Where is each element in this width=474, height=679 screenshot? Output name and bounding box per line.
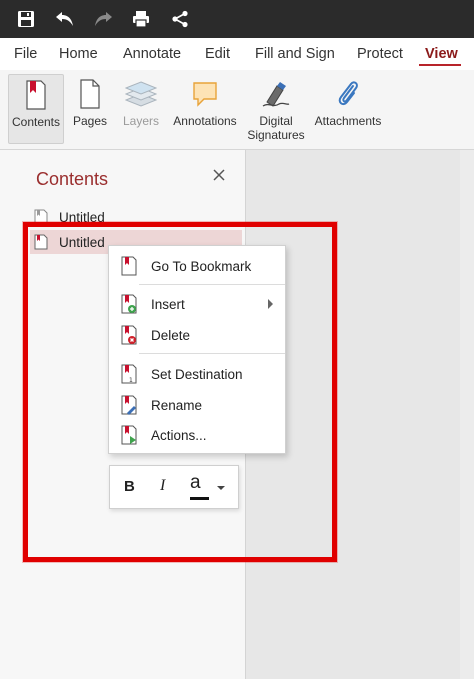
ribbon-pages-button[interactable]: Pages [70,74,110,142]
menu-separator [139,284,285,285]
ribbon-layers-button[interactable]: Layers [118,74,164,142]
context-rename[interactable]: Rename [109,391,285,419]
context-item-label: Insert [151,296,185,312]
layers-icon [118,74,164,114]
ribbon-digital-signatures-button[interactable]: Digital Signatures [246,74,306,142]
comment-icon [172,74,238,114]
menu-view[interactable]: View [425,46,458,62]
bold-button[interactable]: B [124,478,135,495]
ribbon-label: Pages [72,114,108,128]
menu-home[interactable]: Home [59,46,98,62]
bookmark-icon [34,234,48,250]
page-icon [70,74,110,114]
text-color-button[interactable]: a [190,472,201,494]
text-color-swatch [190,497,209,500]
vertical-scrollbar[interactable] [460,150,474,679]
bookmark-item[interactable]: Untitled [30,205,242,229]
context-set-destination[interactable]: 1 Set Destination [109,360,285,388]
context-item-label: Rename [151,397,203,413]
view-ribbon: Contents Pages Layers Annotations Digita… [0,70,474,150]
ribbon-attachments-button[interactable]: Attachments [314,74,382,142]
undo-icon[interactable] [53,7,77,31]
context-item-label: Actions... [151,427,207,443]
menu-edit[interactable]: Edit [205,46,230,62]
context-go-to-bookmark[interactable]: Go To Bookmark [109,252,285,280]
ribbon-label: Contents [11,115,61,129]
share-icon[interactable] [168,7,192,31]
ribbon-contents-button[interactable]: Contents [8,74,64,144]
context-item-label: Set Destination [151,366,243,382]
italic-button[interactable]: I [160,477,165,495]
menu-protect[interactable]: Protect [357,46,403,62]
menu-fill-and-sign[interactable]: Fill and Sign [255,46,335,62]
submenu-arrow-icon [268,299,273,309]
menu-file[interactable]: File [14,46,37,62]
signature-pen-icon [246,74,306,114]
panel-title: Contents [36,169,109,189]
menu-bar: File Home Annotate Edit Fill and Sign Pr… [0,38,474,70]
active-menu-indicator [419,64,461,66]
ribbon-label: Layers [122,114,160,128]
ribbon-label: Digital Signatures [246,114,306,142]
insert-bookmark-icon [121,294,137,314]
ribbon-label: Attachments [314,114,382,128]
redo-icon[interactable] [91,7,115,31]
rename-bookmark-icon [121,395,137,415]
bookmark-icon [9,75,63,115]
context-item-label: Delete [151,327,191,343]
menu-annotate[interactable]: Annotate [123,46,181,62]
print-icon[interactable] [129,7,153,31]
go-to-bookmark-icon [121,256,137,276]
bookmark-actions-icon [121,425,137,445]
bookmark-label: Untitled [59,209,105,225]
save-icon[interactable] [14,7,38,31]
quick-access-toolbar [0,0,474,38]
paperclip-icon [314,74,382,114]
context-actions[interactable]: Actions... [109,421,285,449]
close-icon[interactable] [210,166,228,184]
context-insert[interactable]: Insert [109,290,285,318]
ribbon-label-line1: Digital [259,114,293,128]
bookmark-label: Untitled [59,234,105,250]
bookmark-context-menu: Go To Bookmark Insert Delete 1 Set Desti… [108,245,286,454]
delete-bookmark-icon [121,325,137,345]
bookmark-icon [34,209,48,225]
chevron-down-icon[interactable] [217,486,225,490]
context-item-label: Go To Bookmark [151,258,252,274]
ribbon-annotations-button[interactable]: Annotations [172,74,238,142]
context-delete[interactable]: Delete [109,321,285,349]
ribbon-label-line2: Signatures [247,128,305,142]
svg-text:1: 1 [129,377,133,384]
text-format-toolbar: B I a [109,465,239,509]
set-destination-icon: 1 [121,364,137,384]
ribbon-label: Annotations [173,114,237,128]
menu-separator [139,353,285,354]
